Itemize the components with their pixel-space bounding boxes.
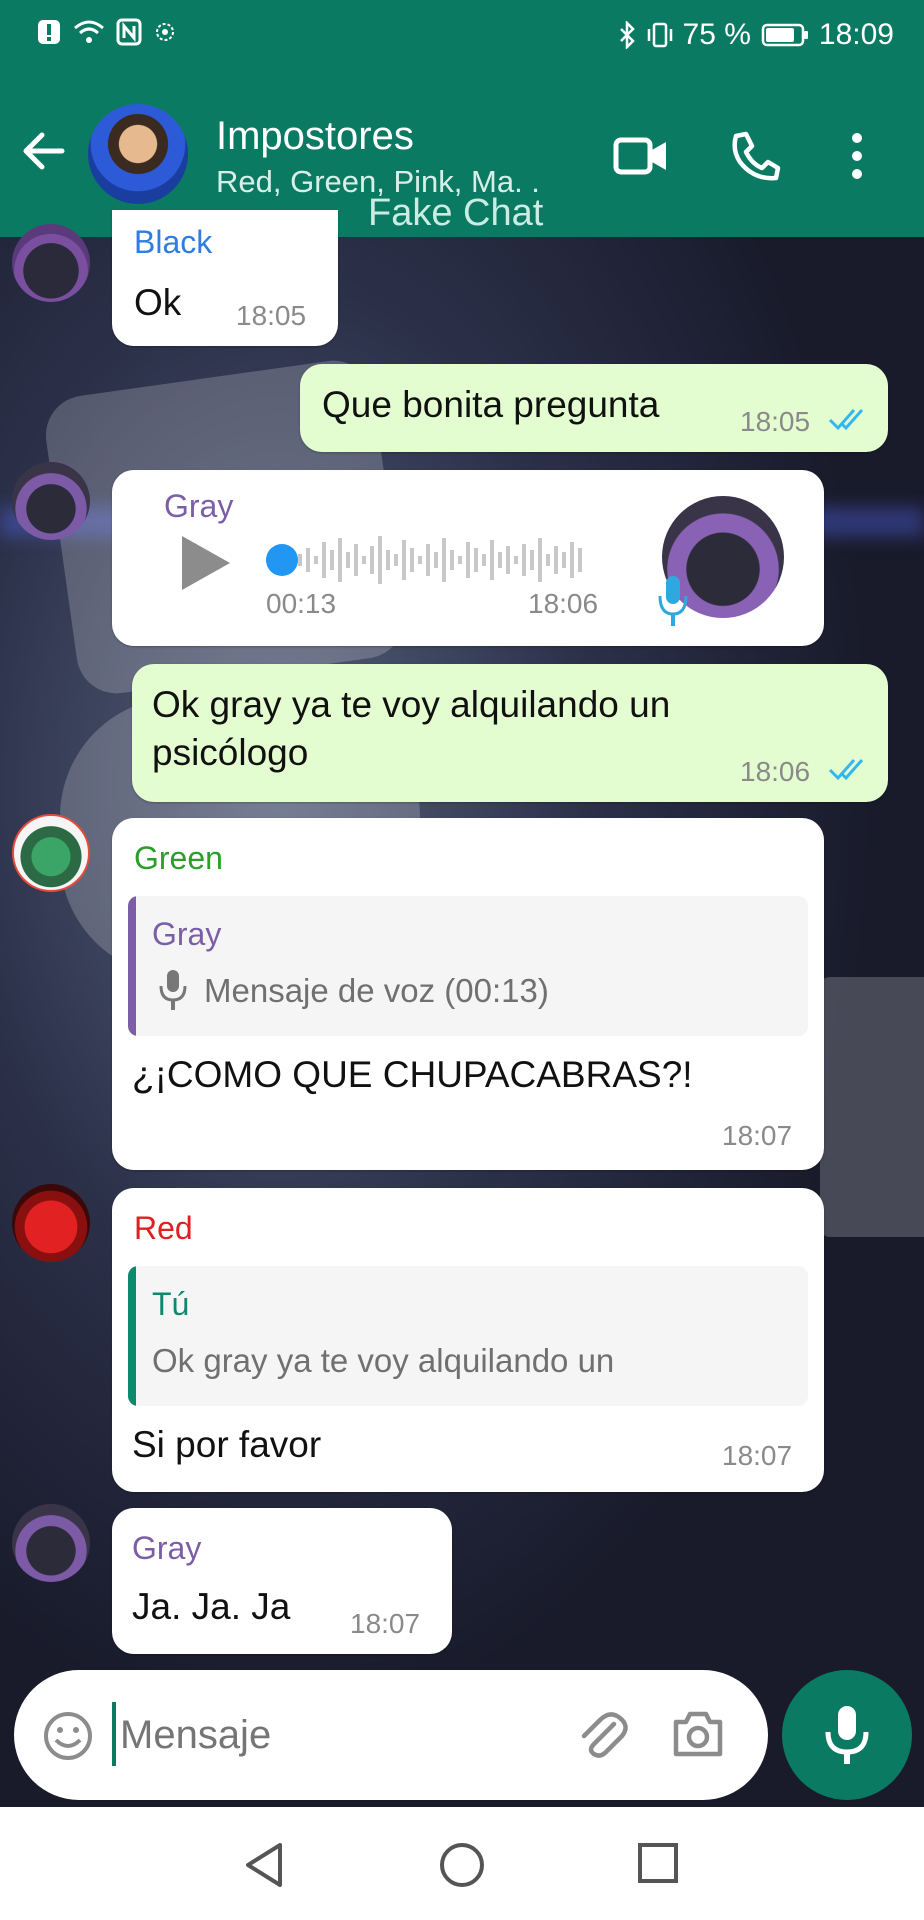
sender-name: Red xyxy=(134,1210,193,1246)
read-ticks-icon xyxy=(828,759,864,781)
play-icon[interactable] xyxy=(178,532,234,594)
status-icons-right: 75 % 18:09 xyxy=(617,18,894,52)
avatar-red[interactable] xyxy=(12,1184,90,1262)
battery-icon xyxy=(761,23,808,47)
message-time: 18:06 xyxy=(528,588,599,619)
back-arrow-icon[interactable] xyxy=(20,128,66,174)
message-text: Ok xyxy=(134,282,182,323)
read-ticks-icon xyxy=(828,409,864,431)
message-time: 18:05 xyxy=(236,300,307,331)
message-bubble-incoming[interactable]: Gray Ja. Ja. Ja 18:07 xyxy=(112,1508,452,1654)
alert-icon xyxy=(38,20,60,44)
video-call-icon[interactable] xyxy=(612,130,668,182)
sender-name: Gray xyxy=(132,1530,202,1566)
battery-percent: 75 % xyxy=(682,18,751,51)
message-text: Ja. Ja. Ja xyxy=(132,1586,291,1627)
nav-home-icon[interactable] xyxy=(438,1841,486,1889)
chat-title[interactable]: Impostores xyxy=(216,114,414,159)
quote-text: Ok gray ya te voy alquilando un xyxy=(152,1342,615,1379)
message-text: Que bonita pregunta xyxy=(322,384,660,425)
quote-sender: Gray xyxy=(152,916,222,952)
quoted-message[interactable]: Tú Ok gray ya te voy alquilando un xyxy=(128,1266,808,1406)
message-time: 18:06 xyxy=(740,756,811,787)
voice-record-button[interactable] xyxy=(782,1670,912,1800)
nav-recents-icon[interactable] xyxy=(636,1841,680,1885)
message-bubble-incoming[interactable]: Red Tú Ok gray ya te voy alquilando un S… xyxy=(112,1188,824,1492)
message-text: ¿¡COMO QUE CHUPACABRAS?! xyxy=(132,1054,693,1095)
microphone-icon xyxy=(825,1706,869,1764)
watermark-text: Fake Chat xyxy=(368,192,544,234)
vibrate-icon xyxy=(647,22,672,48)
more-options-icon[interactable] xyxy=(842,130,872,182)
message-text-line1: Ok gray ya te voy alquilando un xyxy=(152,684,671,725)
message-composer xyxy=(14,1670,768,1800)
quote-bar xyxy=(128,1266,136,1406)
message-time: 18:05 xyxy=(740,406,811,437)
sender-name: Gray xyxy=(164,488,234,524)
emoji-icon[interactable] xyxy=(42,1710,94,1762)
status-icons-left xyxy=(36,18,178,46)
hotspot-icon xyxy=(156,23,174,41)
message-bubble-outgoing[interactable]: Que bonita pregunta 18:05 xyxy=(300,364,888,452)
message-bubble-incoming[interactable]: Green Gray Mensaje de voz (00:13) ¿¡COMO… xyxy=(112,818,824,1170)
avatar-gray[interactable] xyxy=(12,1504,90,1582)
message-text-line2: psicólogo xyxy=(152,732,309,773)
group-avatar[interactable] xyxy=(86,102,190,206)
message-text: Si por favor xyxy=(132,1424,322,1465)
attachment-icon[interactable] xyxy=(574,1708,630,1764)
microphone-icon xyxy=(159,970,187,1010)
status-bar: 75 % 18:09 xyxy=(0,0,924,72)
system-navigation-bar xyxy=(0,1807,924,1920)
message-time: 18:07 xyxy=(722,1440,793,1471)
voice-duration: 00:13 xyxy=(266,588,337,619)
microphone-icon xyxy=(658,576,688,626)
audio-waveform[interactable] xyxy=(264,530,624,590)
bluetooth-icon xyxy=(619,21,635,49)
background-shape xyxy=(820,977,924,1237)
text-cursor xyxy=(112,1702,116,1766)
nav-back-icon[interactable] xyxy=(242,1841,286,1889)
sender-name: Black xyxy=(134,224,213,260)
message-bubble-incoming[interactable]: Black Ok 18:05 xyxy=(112,210,338,346)
message-time: 18:07 xyxy=(350,1608,421,1639)
avatar-gray[interactable] xyxy=(12,462,90,540)
clock: 18:09 xyxy=(818,18,894,51)
avatar-black[interactable] xyxy=(12,224,90,302)
message-bubble-outgoing[interactable]: Ok gray ya te voy alquilando un psicólog… xyxy=(132,664,888,802)
avatar-green[interactable] xyxy=(12,814,90,892)
camera-icon[interactable] xyxy=(670,1706,726,1762)
quote-text: Mensaje de voz (00:13) xyxy=(204,972,549,1009)
quoted-message[interactable]: Gray Mensaje de voz (00:13) xyxy=(128,896,808,1036)
voice-message-bubble[interactable]: Gray 00:13 18:06 xyxy=(112,470,824,646)
message-input[interactable] xyxy=(120,1698,560,1772)
sender-name: Green xyxy=(134,840,223,876)
quote-bar xyxy=(128,896,136,1036)
message-time: 18:07 xyxy=(722,1120,793,1151)
voice-call-icon[interactable] xyxy=(726,130,782,182)
wifi-icon xyxy=(74,20,104,43)
quote-sender: Tú xyxy=(152,1286,190,1322)
nfc-icon xyxy=(116,18,142,46)
